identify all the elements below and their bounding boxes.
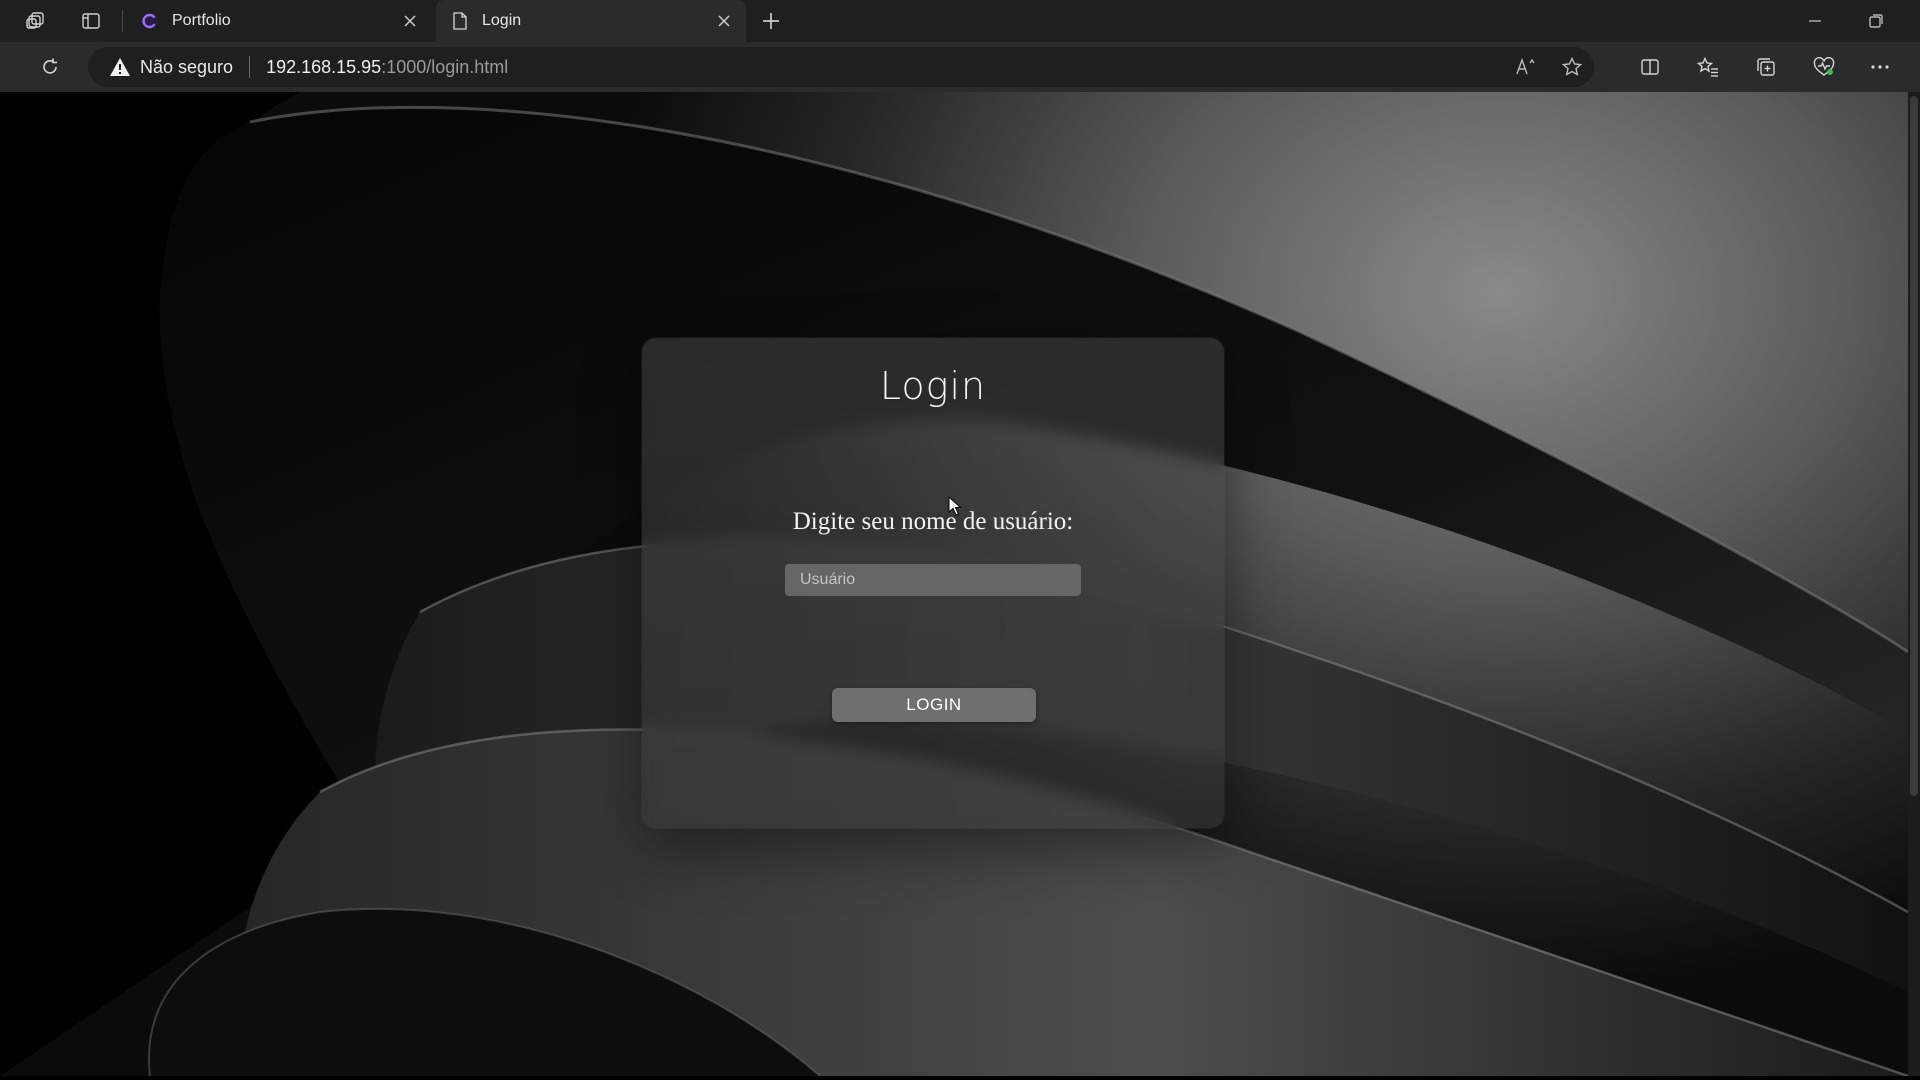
collections-icon[interactable]: [1750, 51, 1782, 83]
split-screen-icon[interactable]: [1634, 51, 1666, 83]
address-bar[interactable]: Não seguro 192.168.15.95:1000/login.html: [88, 47, 1594, 87]
address-toolbar: Não seguro 192.168.15.95:1000/login.html: [0, 42, 1920, 92]
page-viewport: Login Digite seu nome de usuário: LOGIN: [0, 92, 1908, 1076]
tab-title: Login: [482, 12, 522, 29]
favorite-star-icon[interactable]: [1556, 51, 1588, 83]
tab-title: Portfolio: [172, 12, 231, 29]
url-host: 192.168.15.95: [266, 56, 382, 77]
favorites-icon[interactable]: [1692, 51, 1724, 83]
username-prompt-label: Digite seu nome de usuário:: [792, 508, 1074, 535]
vertical-tabs-icon[interactable]: [75, 6, 107, 36]
page-title: Login: [879, 364, 987, 408]
url-path: :1000/login.html: [381, 56, 509, 77]
minimize-icon[interactable]: [1795, 6, 1835, 36]
security-label[interactable]: Não seguro: [140, 57, 233, 78]
workspaces-icon[interactable]: [20, 6, 52, 36]
close-icon[interactable]: [710, 7, 738, 35]
restore-icon[interactable]: [1856, 6, 1896, 36]
page-icon: [450, 11, 470, 31]
browser-essentials-icon[interactable]: [1808, 51, 1840, 83]
address-separator: [249, 56, 251, 78]
scrollbar-thumb[interactable]: [1910, 96, 1918, 796]
refresh-icon[interactable]: [34, 51, 66, 83]
username-input[interactable]: [785, 564, 1081, 596]
warning-icon[interactable]: [108, 55, 132, 79]
tab-strip: Portfolio Login: [0, 0, 1920, 42]
more-options-icon[interactable]: [1864, 51, 1896, 83]
url-text[interactable]: 192.168.15.95:1000/login.html: [266, 57, 508, 78]
close-icon[interactable]: [396, 7, 424, 35]
browser-window: Portfolio Login Não seguro 192.168.15.95…: [0, 0, 1920, 1080]
new-tab-icon[interactable]: [756, 6, 786, 36]
tab-divider: [122, 10, 123, 32]
portfolio-logo-icon: [140, 11, 160, 31]
mouse-cursor-icon: [948, 496, 962, 516]
tab-login[interactable]: Login: [436, 0, 746, 42]
login-button[interactable]: LOGIN: [832, 688, 1036, 722]
tab-portfolio[interactable]: Portfolio: [126, 0, 432, 42]
login-card: Login Digite seu nome de usuário: LOGIN: [642, 338, 1224, 828]
read-aloud-icon[interactable]: [1510, 51, 1542, 83]
